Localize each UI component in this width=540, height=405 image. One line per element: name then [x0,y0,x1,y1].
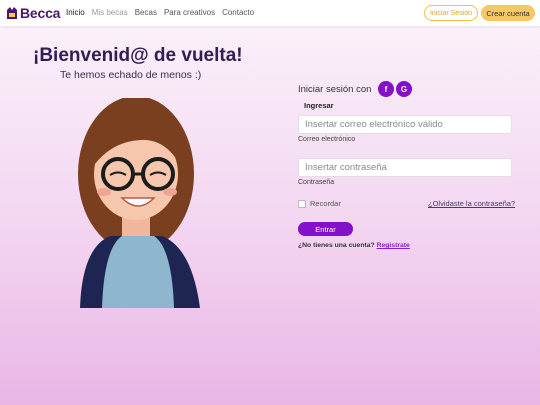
no-account-label: ¿No tienes una cuenta? [298,242,375,249]
top-navbar: Becca Inicio Mis becas Becas Para creati… [0,0,540,26]
welcome-title: ¡Bienvenid@ de vuelta! [33,45,243,66]
nav-link-contacto[interactable]: Contacto [222,8,254,17]
google-icon[interactable]: G [396,81,412,97]
ingresar-heading: Ingresar [304,101,334,110]
remember-me[interactable]: Recordar [298,199,341,208]
remember-checkbox[interactable] [298,199,306,208]
remember-label: Recordar [310,199,341,208]
nav-link-inicio[interactable]: Inicio [66,8,85,17]
nav-register-button[interactable]: Crear cuenta [481,5,535,21]
password-label: Contraseña [298,179,335,186]
forgot-password-link[interactable]: ¿Olvidaste la contraseña? [428,199,515,208]
nav-link-para-creativos[interactable]: Para creativos [164,8,215,17]
submit-button[interactable]: Entrar [298,222,353,236]
welcome-subtitle: Te hemos echado de menos :) [60,69,202,81]
becca-logo-icon [7,7,17,19]
brand-name: Becca [20,5,61,21]
email-label: Correo electrónico [298,136,356,143]
nav-link-becas[interactable]: Becas [135,8,157,17]
register-link[interactable]: Registrate [377,242,410,249]
nav-login-button[interactable]: Iniciar Sesión [424,5,478,21]
email-input[interactable] [298,115,512,134]
nav-link-mis-becas[interactable]: Mis becas [92,8,128,17]
nav-links: Inicio Mis becas Becas Para creativos Co… [66,8,254,17]
brand-logo[interactable]: Becca [6,5,60,21]
password-input[interactable] [298,158,512,177]
avatar-illustration [78,98,200,308]
no-account-text: ¿No tienes una cuenta? Registrate [298,242,410,249]
login-with-label: Iniciar sesión con [298,84,372,95]
facebook-icon[interactable]: f [378,81,394,97]
